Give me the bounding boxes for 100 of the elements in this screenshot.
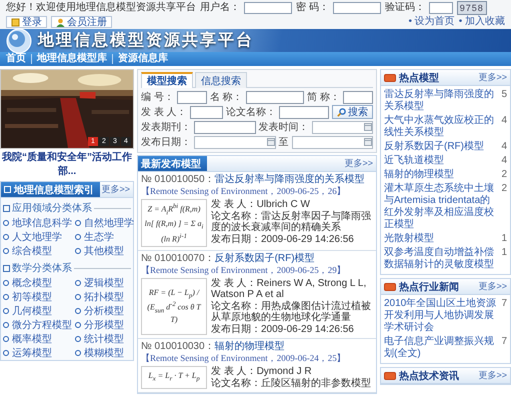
formula: L$_{x}$ = L$_{r}$ · T + L$_{p}$ xyxy=(148,370,200,384)
input-field[interactable] xyxy=(194,120,256,134)
hot-item-link[interactable]: 近飞轨道模型 xyxy=(384,155,497,167)
bullet-icon xyxy=(3,322,9,328)
category-link[interactable]: 自然地理学 xyxy=(84,216,134,230)
nav-link[interactable]: 首页 xyxy=(6,54,31,64)
search-button[interactable]: 搜索 xyxy=(332,105,373,119)
category-link[interactable]: 初等模型 xyxy=(12,290,52,304)
password-field[interactable] xyxy=(332,2,381,14)
hot-item-link[interactable]: 辐射的物理模型 xyxy=(384,169,497,181)
date-field[interactable] xyxy=(194,136,276,148)
category-link[interactable]: 统计模型 xyxy=(84,332,124,346)
meta-text: 发布日期：2009-06-29 14:26:56 xyxy=(211,324,355,334)
model-link[interactable]: 反射系数因子(RF)模型 xyxy=(214,252,315,264)
site-title: 地理信息模型资源共享平台 xyxy=(38,30,254,51)
field-label: 发表期刊： xyxy=(141,120,191,134)
field-label: 简 称： xyxy=(307,91,340,104)
model-link[interactable]: 辐射的物理模型 xyxy=(214,340,285,352)
field-label: 发布日期： xyxy=(141,136,191,149)
category-link[interactable]: 分形模型 xyxy=(84,318,124,332)
user-icon xyxy=(56,18,65,26)
calendar-icon xyxy=(364,138,372,146)
hit-count: 2 xyxy=(500,183,507,196)
photo-caption-link[interactable]: 我院“质量和安全年”活动工作部... xyxy=(0,149,134,181)
input-field[interactable] xyxy=(190,106,223,118)
search-tab[interactable]: 模型搜索 xyxy=(141,72,193,88)
more-link[interactable]: 更多>> xyxy=(478,71,507,84)
hot-item-link[interactable]: 反射系数因子(RF)模型 xyxy=(384,141,497,153)
bullet-icon xyxy=(75,350,81,356)
username-field[interactable] xyxy=(244,2,292,14)
bullet-icon xyxy=(75,294,81,300)
category-link[interactable]: 逻辑模型 xyxy=(84,276,124,290)
input-field[interactable] xyxy=(176,90,207,104)
formula: ln[ f(R,m) ] = Σ a$_{i}$ (ln R)$^{i-1}$ xyxy=(144,219,204,244)
bullet-icon xyxy=(3,308,9,314)
header-link[interactable]: • 设为首页 xyxy=(408,16,455,28)
meta-text: 发 表 人：Ulbrich C W xyxy=(211,199,311,210)
category-link[interactable]: 概率模型 xyxy=(12,332,52,346)
bullet-icon xyxy=(75,280,81,286)
field-label: 论文名称： xyxy=(226,106,276,119)
header-link[interactable]: • 加入收藏 xyxy=(458,16,505,28)
register-button[interactable]: 会员注册 xyxy=(51,16,112,28)
category-link[interactable]: 其他模型 xyxy=(84,244,124,258)
hot-item-link[interactable]: 光散射模型 xyxy=(384,233,497,245)
square-icon xyxy=(3,264,10,272)
category-link[interactable]: 综合模型 xyxy=(12,244,52,258)
calendar-icon xyxy=(364,123,372,131)
category-link[interactable]: 分析模型 xyxy=(84,304,124,318)
input-field[interactable] xyxy=(246,90,304,104)
nav-link[interactable]: 地理信息模型库 xyxy=(31,54,112,64)
category-link[interactable]: 模糊模型 xyxy=(84,346,124,360)
hot-item-link[interactable]: 双参考温度自动增益补偿数据辐射计的灵敏度模型 xyxy=(384,247,497,271)
category-link[interactable]: 概念模型 xyxy=(12,276,52,290)
search-tab[interactable]: 信息搜索 xyxy=(195,72,247,88)
field-label: 发 表 人： xyxy=(141,106,187,119)
hot-item-link[interactable]: 2010年全国山区土地资源开发利用与人地协调发展学术研讨会 xyxy=(384,298,497,334)
more-link[interactable]: 更多>> xyxy=(101,183,130,196)
hot-item-link[interactable]: 雷达反射率与降雨强度的关系模型 xyxy=(384,89,497,113)
formula: Z = A$_{i}$R$^{bi}$ f(R,m) xyxy=(148,202,200,218)
more-link[interactable]: 更多>> xyxy=(478,280,507,293)
input-field[interactable] xyxy=(342,90,374,104)
panel-title: 地理信息模型索引 xyxy=(14,184,94,196)
calendar-icon xyxy=(266,138,274,146)
panel-title: 热点行业新闻 xyxy=(399,280,459,294)
input-field[interactable] xyxy=(278,106,329,118)
meta-text: 论文名称：雷达反射率因子与降雨强度的波长衰减率间的精确关系 xyxy=(211,211,372,233)
hit-count: 5 xyxy=(500,89,507,102)
group-title: 数学分类体系 xyxy=(12,262,72,275)
meta-text: 发 表 人：Reiners W A, Strong L L, Watson P A et al xyxy=(211,278,368,300)
model-link[interactable]: 雷达反射率与降雨强度的关系模型 xyxy=(214,174,365,185)
bullet-icon xyxy=(75,322,81,328)
field-label: 名 称： xyxy=(210,91,243,104)
captcha-field[interactable] xyxy=(428,2,453,14)
more-link[interactable]: 更多>> xyxy=(478,369,507,382)
category-link[interactable]: 地球信息科学 xyxy=(12,216,72,230)
captcha-image: 9758 xyxy=(456,1,487,15)
nav-link[interactable]: 资源信息库 xyxy=(112,54,173,64)
group-title: 应用领域分类体系 xyxy=(12,202,92,215)
more-link[interactable]: 更多>> xyxy=(344,157,373,170)
square-icon xyxy=(3,204,10,212)
category-link[interactable]: 人文地理学 xyxy=(12,230,62,244)
category-link[interactable]: 生态学 xyxy=(84,230,114,244)
hot-item-link[interactable]: 灌木草原生态系统中土壤与Artemisia tridentata的红外发射率及相应温度校正模型 xyxy=(384,183,497,231)
hit-count: 4 xyxy=(500,155,507,167)
hot-item-link[interactable]: 大气中水蒸气效应校正的线性关系模型 xyxy=(384,115,497,139)
date-field[interactable] xyxy=(292,136,373,148)
hit-count: 7 xyxy=(500,336,507,349)
meta-text: 论文名称：用热成像图估计流过植被从草原地貌的生物地球化学通量 xyxy=(211,300,372,322)
category-link[interactable]: 微分方程模型 xyxy=(12,318,72,332)
date-field[interactable] xyxy=(312,120,373,134)
category-link[interactable]: 运筹模型 xyxy=(12,346,52,360)
hot-item-link[interactable]: 电子信息产业调整振兴规划(全文) xyxy=(384,336,497,360)
bullet-icon xyxy=(3,280,9,286)
category-link[interactable]: 拓扑模型 xyxy=(84,290,124,304)
hit-count: 7 xyxy=(500,298,507,311)
category-link[interactable]: 几何模型 xyxy=(12,304,52,318)
search-icon xyxy=(337,108,346,116)
tag-icon xyxy=(384,372,396,380)
bullet-icon xyxy=(3,294,9,300)
login-button[interactable]: 登录 xyxy=(6,16,47,28)
